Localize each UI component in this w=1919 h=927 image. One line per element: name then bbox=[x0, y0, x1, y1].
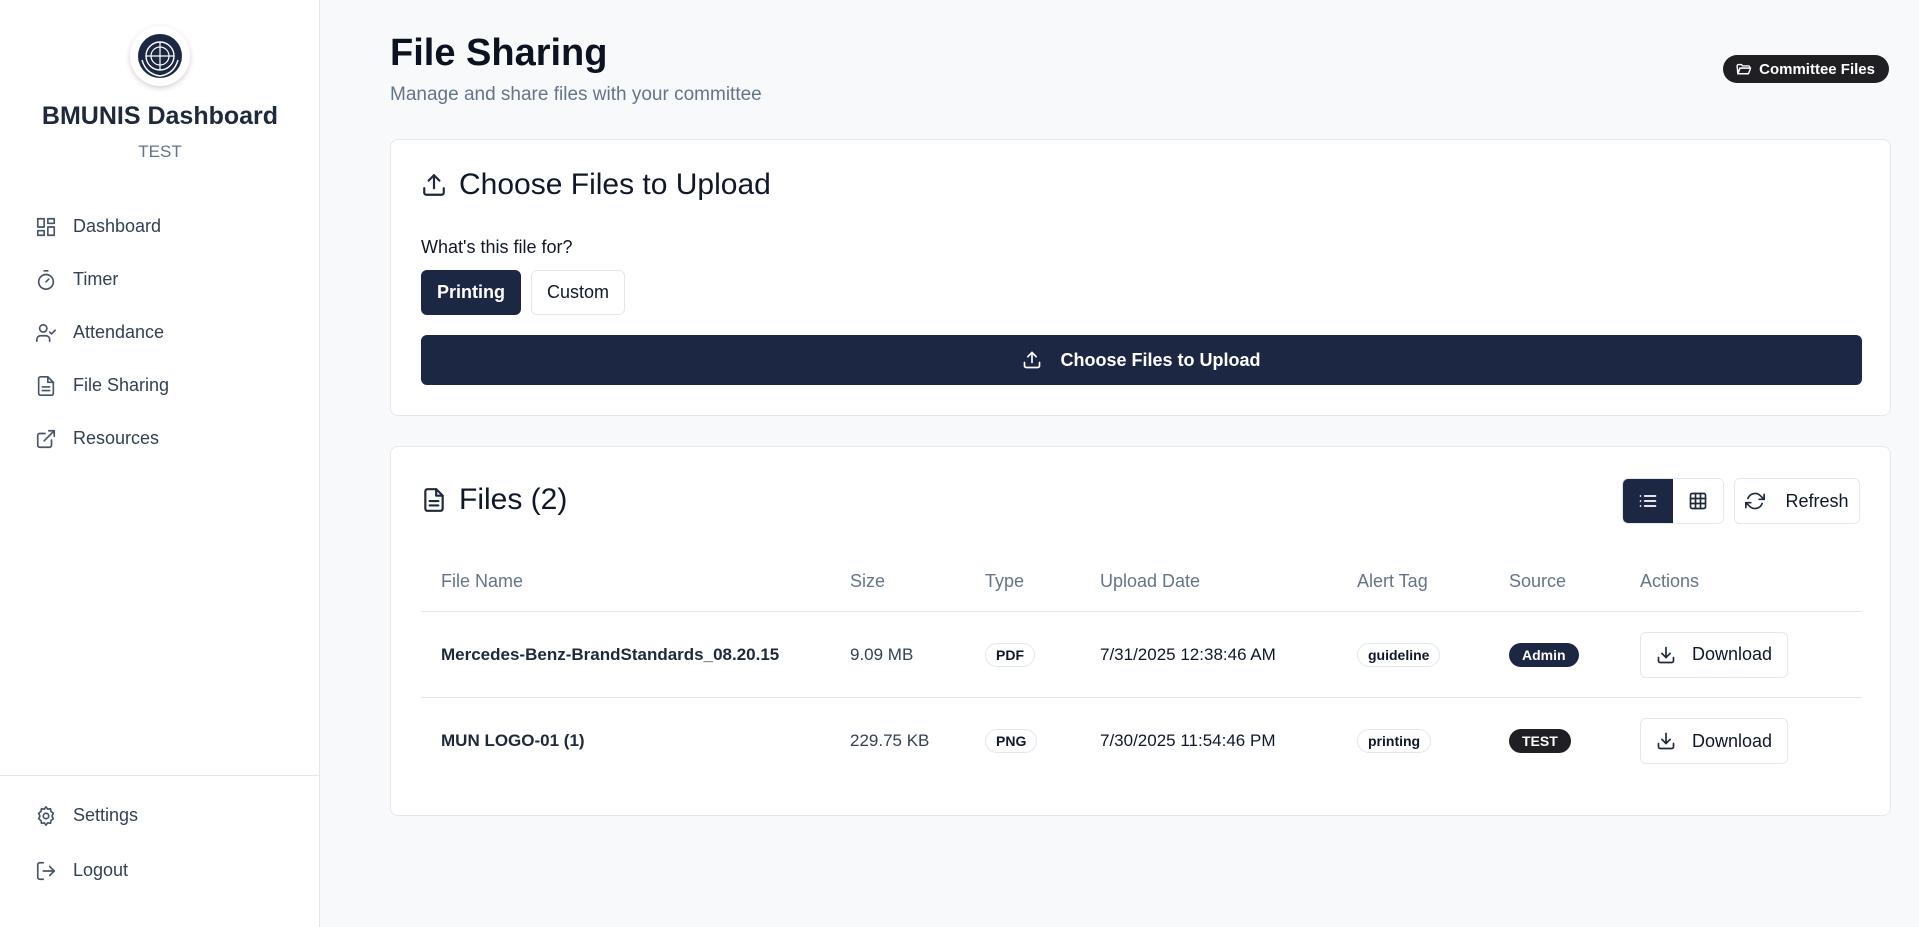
upload-date-cell: 7/30/2025 11:54:46 PM bbox=[1100, 731, 1276, 750]
sidebar-item-label: Attendance bbox=[73, 322, 165, 342]
refresh-icon bbox=[1745, 492, 1766, 510]
table-row: MUN LOGO-01 (1) 229.75 KB PNG 7/30/2025 … bbox=[421, 698, 1862, 784]
choose-files-button[interactable]: Choose Files to Upload bbox=[421, 335, 1862, 385]
brand-title: BMUNIS Dashboard bbox=[41, 102, 279, 130]
list-view-button[interactable] bbox=[1623, 479, 1673, 523]
alert-tag-badge: guideline bbox=[1357, 642, 1441, 667]
committee-files-label: Committee Files bbox=[1759, 60, 1875, 78]
file-size-cell: 9.09 MB bbox=[850, 644, 914, 664]
download-label: Download bbox=[1691, 730, 1773, 751]
file-type-badge: PDF bbox=[985, 642, 1035, 667]
dashboard-icon bbox=[36, 217, 56, 236]
upload-icon bbox=[423, 174, 445, 196]
purpose-printing-button[interactable]: Printing bbox=[421, 270, 521, 315]
upload-icon bbox=[1024, 351, 1041, 369]
alert-tag-badge: printing bbox=[1357, 729, 1432, 753]
table-header-row: File Name Size Type Upload Date Alert Ta… bbox=[421, 552, 1862, 612]
files-card-header: Files (2) bbox=[421, 483, 567, 517]
column-header-actions: Actions bbox=[1640, 571, 1700, 591]
list-icon bbox=[1639, 495, 1657, 507]
logout-icon bbox=[36, 861, 56, 880]
sidebar-item-attendance[interactable]: Attendance bbox=[0, 306, 320, 359]
sidebar-item-file-sharing[interactable]: File Sharing bbox=[0, 359, 320, 412]
files-table: File Name Size Type Upload Date Alert Ta… bbox=[421, 552, 1862, 784]
brand-subtitle: TEST bbox=[138, 142, 182, 161]
upload-card-header: Choose Files to Upload bbox=[421, 168, 771, 202]
view-toggle bbox=[1622, 478, 1724, 524]
refresh-button[interactable]: Refresh bbox=[1734, 478, 1860, 524]
file-size-cell: 229.75 KB bbox=[850, 731, 930, 750]
sidebar-bottom: Settings Logout bbox=[0, 775, 320, 898]
purpose-custom-button[interactable]: Custom bbox=[531, 270, 626, 315]
grid-view-button[interactable] bbox=[1673, 479, 1723, 523]
page-title: File Sharing bbox=[390, 32, 608, 74]
column-header-type[interactable]: Type bbox=[985, 571, 1100, 592]
sidebar-item-label: File Sharing bbox=[73, 375, 170, 395]
sidebar-item-logout[interactable]: Logout bbox=[0, 843, 320, 898]
grid-icon bbox=[1689, 492, 1707, 510]
file-purpose-label: What's this file for? bbox=[421, 237, 573, 257]
gear-icon bbox=[37, 805, 55, 826]
timer-icon bbox=[37, 269, 55, 290]
sidebar-item-timer[interactable]: Timer bbox=[0, 253, 320, 306]
main-content: File Sharing Manage and share files with… bbox=[320, 0, 1919, 927]
sidebar-item-settings[interactable]: Settings bbox=[0, 788, 320, 843]
sidebar-item-label: Settings bbox=[73, 805, 139, 825]
file-name-cell: MUN LOGO-01 (1) bbox=[441, 731, 585, 750]
column-header-size[interactable]: Size bbox=[850, 571, 985, 592]
column-header-source[interactable]: Source bbox=[1509, 571, 1640, 592]
file-icon bbox=[424, 488, 444, 512]
sidebar-item-dashboard[interactable]: Dashboard bbox=[0, 200, 320, 253]
file-purpose-selector: Printing Custom bbox=[421, 270, 626, 315]
upload-card: Choose Files to Upload What's this file … bbox=[390, 139, 1891, 416]
sidebar: BMUNIS Dashboard TEST Dashboard Timer At… bbox=[0, 0, 320, 927]
download-button[interactable]: Download bbox=[1640, 718, 1788, 764]
source-badge: TEST bbox=[1509, 729, 1571, 753]
folder-open-icon bbox=[1736, 63, 1752, 74]
committee-files-button[interactable]: Committee Files bbox=[1723, 55, 1889, 83]
sidebar-item-label: Timer bbox=[73, 269, 119, 289]
column-header-upload-date[interactable]: Upload Date bbox=[1100, 571, 1357, 592]
globe-emblem-icon bbox=[138, 34, 182, 78]
download-icon bbox=[1657, 646, 1675, 663]
download-icon bbox=[1657, 732, 1675, 750]
upload-card-title: Choose Files to Upload bbox=[459, 168, 771, 201]
file-type-badge: PNG bbox=[985, 729, 1038, 753]
file-name-cell: Mercedes-Benz-BrandStandards_08.20.15 bbox=[441, 644, 780, 664]
download-label: Download bbox=[1691, 644, 1773, 664]
sidebar-nav: Dashboard Timer Attendance File Sharing … bbox=[0, 200, 320, 465]
sidebar-item-label: Dashboard bbox=[73, 216, 162, 236]
page-subtitle: Manage and share files with your committ… bbox=[390, 84, 762, 105]
source-badge: Admin bbox=[1509, 642, 1579, 667]
file-icon bbox=[37, 375, 55, 396]
files-card-title: Files (2) bbox=[459, 483, 568, 516]
table-row: Mercedes-Benz-BrandStandards_08.20.15 9.… bbox=[421, 612, 1862, 698]
un-logo bbox=[130, 26, 190, 86]
user-check-icon bbox=[36, 323, 56, 342]
upload-date-cell: 7/31/2025 12:38:46 AM bbox=[1100, 644, 1276, 664]
column-header-file-name[interactable]: File Name bbox=[421, 571, 850, 592]
download-button[interactable]: Download bbox=[1640, 631, 1788, 678]
sidebar-item-resources[interactable]: Resources bbox=[0, 412, 320, 465]
choose-files-label: Choose Files to Upload bbox=[1060, 349, 1261, 370]
sidebar-item-label: Logout bbox=[73, 860, 129, 880]
sidebar-item-label: Resources bbox=[73, 428, 160, 448]
files-card: Files (2) Refresh File Name Size Type Up… bbox=[390, 446, 1891, 816]
column-header-alert-tag[interactable]: Alert Tag bbox=[1357, 571, 1509, 592]
external-link-icon bbox=[36, 429, 56, 448]
refresh-label: Refresh bbox=[1785, 490, 1849, 511]
